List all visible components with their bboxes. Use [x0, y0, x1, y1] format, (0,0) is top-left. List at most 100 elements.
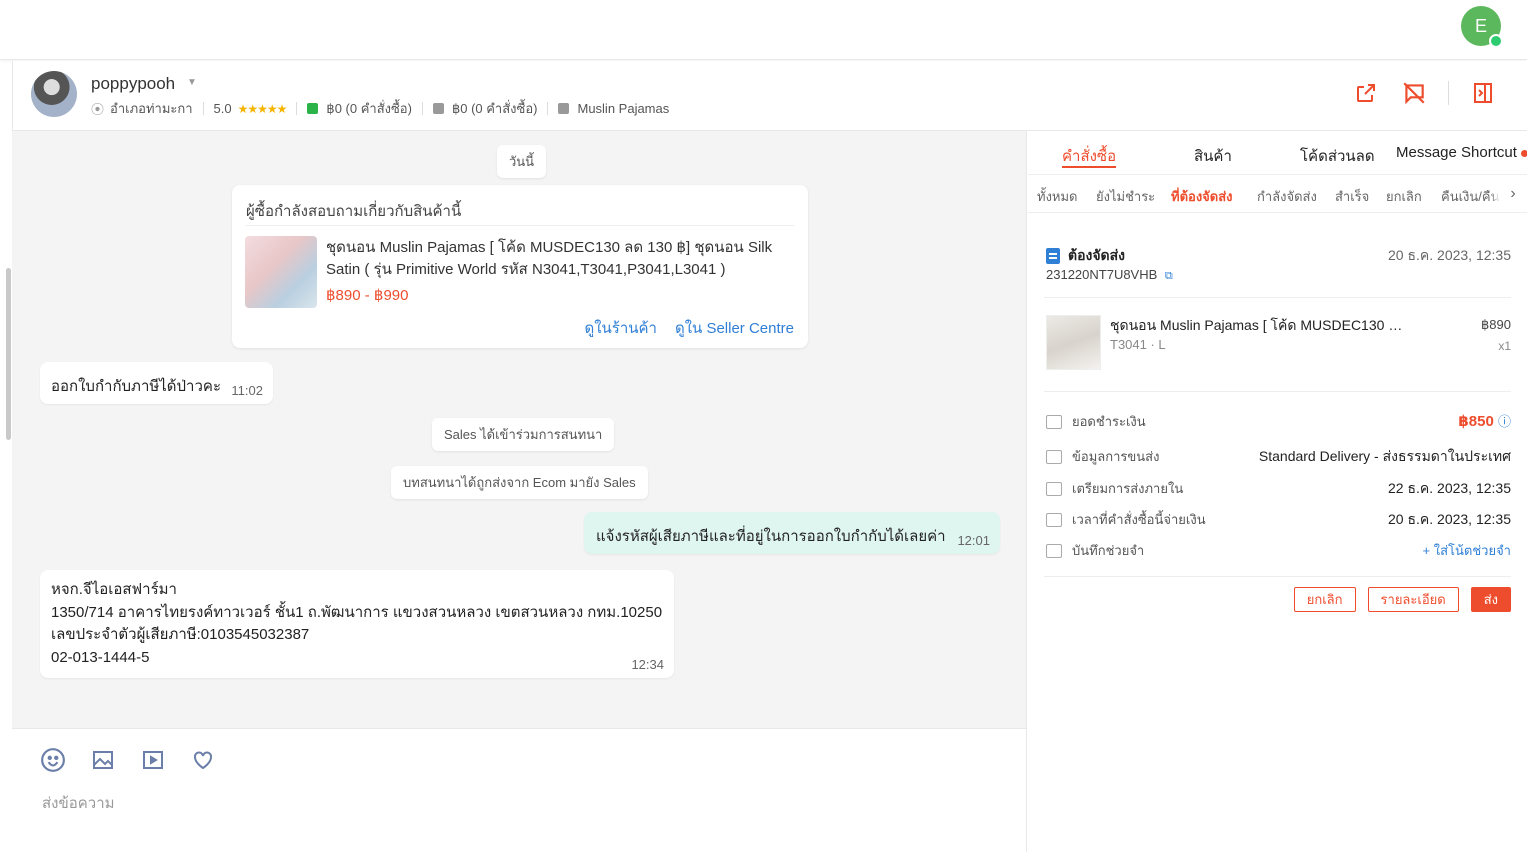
row-label-text: ข้อมูลการขนส่ง	[1072, 449, 1160, 464]
header-actions	[1352, 79, 1497, 107]
row-value: 20 ธ.ค. 2023, 12:35	[1388, 511, 1511, 527]
order-card: ต้องจัดส่ง 20 ธ.ค. 2023, 12:35 231220NT7…	[1028, 231, 1527, 621]
tab-message-shortcut[interactable]: Message Shortcut	[1396, 131, 1527, 161]
shop-icon	[558, 103, 570, 114]
buyer-username[interactable]: poppypooh	[91, 74, 175, 94]
cancel-order-button[interactable]: ยกเลิก	[1293, 587, 1356, 612]
order-product-variant: T3041 · L	[1110, 337, 1166, 352]
view-in-store-link[interactable]: ดูในร้านค้า	[584, 316, 657, 340]
clock-icon	[1046, 512, 1062, 527]
product-inquiry-card: ผู้ซื้อกำลังสอบถามเกี่ยวกับสินค้านี้ ชุด…	[232, 185, 808, 348]
mute-chat-icon[interactable]	[1400, 79, 1428, 107]
order-product-image[interactable]	[1046, 315, 1101, 370]
row-label: บันทึกช่วยจำ	[1046, 540, 1144, 561]
message-line: เลขประจำตัวผู้เสียภาษี:0103545032387	[51, 626, 310, 643]
product-thumbnail[interactable]	[245, 236, 317, 308]
order-product-price: ฿890	[1481, 317, 1511, 332]
tab-label: Message Shortcut	[1396, 144, 1517, 161]
buyer-rating: 5.0	[213, 101, 232, 116]
row-label: ข้อมูลการขนส่ง	[1046, 446, 1159, 467]
online-status-icon	[1489, 34, 1503, 48]
page-scrollbar[interactable]	[6, 268, 11, 440]
heart-icon[interactable]	[190, 747, 216, 773]
shop-name: Muslin Pajamas	[577, 101, 670, 116]
video-icon[interactable]	[140, 747, 166, 773]
subtab-unpaid[interactable]: ยังไม่ชำระ	[1096, 186, 1155, 207]
divider	[202, 102, 204, 115]
subtab-to-ship[interactable]: ที่ต้องจัดส่ง	[1171, 186, 1233, 207]
divider	[1044, 391, 1511, 392]
order-sn-value: 231220NT7U8VHB	[1046, 267, 1158, 282]
message-text: ออกใบกำกับภาษีได้ป่าวคะ	[51, 378, 221, 395]
clipboard-icon	[1046, 248, 1060, 264]
row-value: ฿850 ⓘ	[1458, 411, 1511, 430]
row-label: เตรียมการส่งภายใน	[1046, 478, 1183, 499]
ship-order-button[interactable]: ส่ง	[1470, 587, 1511, 612]
tab-orders[interactable]: คำสั่งซื้อ	[1062, 131, 1117, 168]
message-input[interactable]: ส่งข้อความ	[42, 791, 115, 815]
notification-dot	[1520, 149, 1527, 157]
star-rating-icon: ★★★★★	[237, 101, 288, 116]
row-label-text: บันทึกช่วยจำ	[1072, 543, 1145, 558]
tab-vouchers[interactable]: โค้ดส่วนลด	[1300, 131, 1375, 168]
location-icon: ⦿	[91, 102, 105, 117]
composer-tools	[40, 747, 216, 773]
message-received: ออกใบกำกับภาษีได้ป่าวคะ 11:02	[40, 362, 273, 404]
order-status-label: ต้องจัดส่ง	[1068, 247, 1126, 263]
view-in-seller-centre-link[interactable]: ดูใน Seller Centre	[675, 316, 794, 340]
image-icon[interactable]	[90, 747, 116, 773]
order-date: 20 ธ.ค. 2023, 12:35	[1388, 247, 1511, 263]
message-line: หจก.จีไอเอสฟาร์มา	[51, 581, 177, 598]
add-note-link[interactable]: + ใส่โน้ตช่วยจำ	[1423, 540, 1511, 561]
chevron-right-icon[interactable]: ›	[1499, 175, 1527, 212]
card-links: ดูในร้านค้า ดูใน Seller Centre	[584, 316, 794, 340]
message-received: หจก.จีไอเอสฟาร์มา 1350/714 อาคารไทยรงค์ท…	[40, 570, 674, 678]
user-avatar[interactable]: E	[1461, 6, 1503, 48]
message-text: แจ้งรหัสผู้เสียภาษีและที่อยู่ในการออกใบก…	[596, 528, 946, 545]
row-label-text: ยอดชำระเงิน	[1072, 414, 1146, 429]
chevron-down-icon[interactable]: ▼	[187, 77, 197, 88]
message-composer: ส่งข้อความ	[12, 728, 1027, 852]
row-value: 22 ธ.ค. 2023, 12:35	[1388, 480, 1511, 496]
row-label-text: เตรียมการส่งภายใน	[1072, 481, 1184, 496]
message-time: 11:02	[231, 383, 263, 398]
panel-tabs: คำสั่งซื้อ สินค้า โค้ดส่วนลด Message Sho…	[1028, 131, 1527, 175]
row-label: ยอดชำระเงิน	[1046, 411, 1146, 432]
order-product-qty: x1	[1498, 339, 1511, 353]
order-row-paid-time: เวลาที่คำสั่งซื้อนี้จ่ายเงิน 20 ธ.ค. 202…	[1046, 507, 1511, 529]
tab-products[interactable]: สินค้า	[1194, 131, 1232, 168]
note-icon	[1046, 543, 1062, 558]
divider	[1044, 576, 1511, 577]
pending-orders: ฿0 (0 คำสั่งซื้อ)	[451, 101, 538, 116]
buyer-meta: ⦿ อำเภอท่ามะกา 5.0 ★★★★★ ฿0 (0 คำสั่งซื้…	[91, 98, 669, 119]
paid-orders: ฿0 (0 คำสั่งซื้อ)	[326, 101, 412, 116]
subtab-all[interactable]: ทั้งหมด	[1037, 186, 1078, 207]
subtab-cancelled[interactable]: ยกเลิก	[1386, 186, 1422, 207]
message-sent: แจ้งรหัสผู้เสียภาษีและที่อยู่ในการออกใบก…	[584, 512, 1000, 554]
subtab-completed[interactable]: สำเร็จ	[1335, 186, 1369, 207]
chat-messages[interactable]: วันนี้ ผู้ซื้อกำลังสอบถามเกี่ยวกับสินค้า…	[12, 131, 1027, 728]
collapse-panel-icon[interactable]	[1469, 79, 1497, 107]
row-label-text: เวลาที่คำสั่งซื้อนี้จ่ายเงิน	[1072, 512, 1206, 527]
order-product-name: ชุดนอน Muslin Pajamas [ โค้ด MUSDEC130 ล…	[1110, 317, 1410, 333]
row-value: Standard Delivery - ส่งธรรมดาในประเทศ	[1258, 448, 1511, 464]
external-link-icon[interactable]: ⧉	[1165, 270, 1173, 282]
message-line: 02-013-1444-5	[51, 648, 150, 666]
order-status: ต้องจัดส่ง	[1046, 245, 1125, 267]
order-detail-button[interactable]: รายละเอียด	[1367, 587, 1459, 612]
subtab-shipping[interactable]: กำลังจัดส่ง	[1257, 186, 1317, 207]
total-amount: ฿850	[1458, 413, 1494, 430]
share-icon[interactable]	[1352, 79, 1380, 107]
paid-order-icon	[307, 103, 319, 114]
divider	[246, 225, 794, 226]
order-row-shipping: ข้อมูลการขนส่ง Standard Delivery - ส่งธร…	[1046, 444, 1511, 466]
divider	[547, 102, 549, 115]
info-icon[interactable]: ⓘ	[1498, 414, 1511, 429]
message-text: หจก.จีไอเอสฟาร์มา 1350/714 อาคารไทยรงค์ท…	[51, 579, 662, 669]
divider	[1448, 81, 1449, 105]
buyer-avatar[interactable]	[31, 71, 77, 117]
date-divider: วันนี้	[497, 145, 547, 178]
order-row-total: ยอดชำระเงิน ฿850 ⓘ	[1046, 409, 1511, 431]
emoji-icon[interactable]	[40, 747, 66, 773]
order-status-tabs: ทั้งหมด ยังไม่ชำระ ที่ต้องจัดส่ง กำลังจั…	[1028, 175, 1527, 213]
